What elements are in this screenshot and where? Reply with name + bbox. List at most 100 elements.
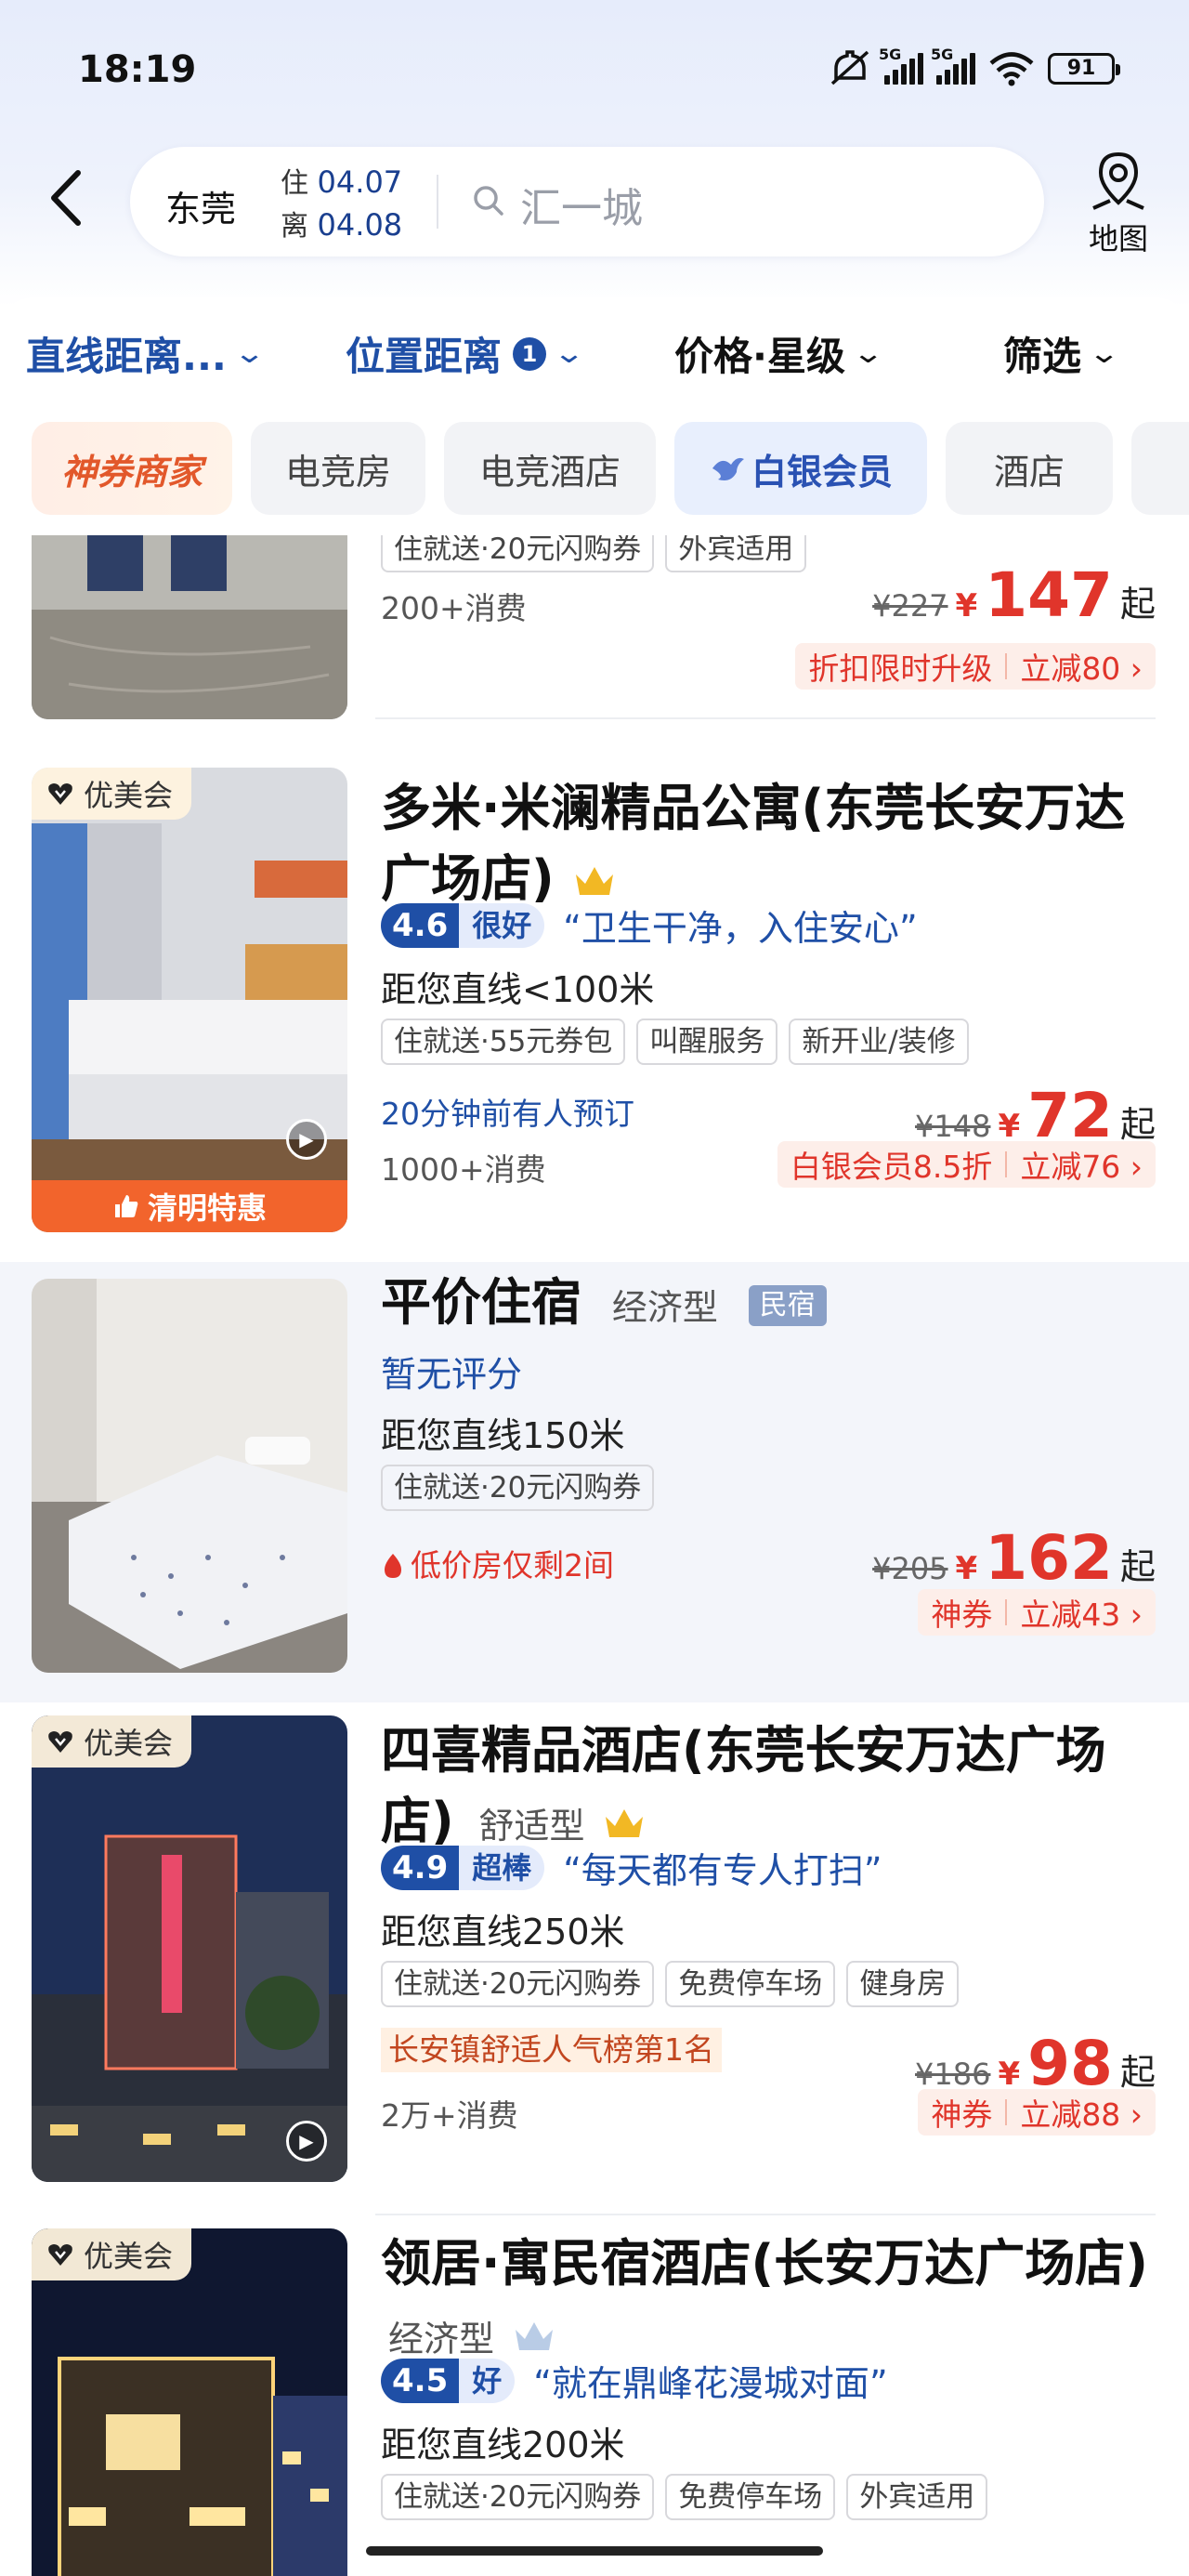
status-time: 18:19	[78, 48, 197, 91]
hotel-tags: 住就送·20元闪购券 免费停车场 外宾适用	[381, 2474, 988, 2520]
homestay-label: 民宿	[748, 1285, 827, 1327]
checkout-date: 04.08	[317, 207, 403, 243]
ranking-note: 长安镇舒适人气榜第1名	[381, 2028, 722, 2072]
room-photo	[32, 768, 347, 1232]
price: ¥227 ¥ 147 起	[872, 559, 1156, 631]
hotel-card[interactable]: 住就送·20元闪购券 外宾适用 200+消费 ¥227 ¥ 147 起 折扣限时…	[0, 535, 1189, 751]
price: ¥148 ¥ 72 起	[915, 1080, 1156, 1151]
divider	[437, 175, 438, 229]
hotel-card[interactable]: 优美会 ▶ 清明特惠 多米·米澜精品公寓(东莞长安万达广场店) 4.6 很好 “卫…	[0, 751, 1189, 1262]
signal-icon: 5G	[879, 46, 923, 85]
price: ¥186 ¥ 98 起	[915, 2028, 1156, 2099]
hotel-photo	[32, 535, 347, 719]
discount-badge[interactable]: 神券 立减88 ›	[918, 2089, 1156, 2136]
crown-icon	[515, 2322, 553, 2351]
filter-bar: 直线距离... ⌄ 位置距离 1 ⌄ 价格·星级 ⌄ 筛选 ⌄	[0, 297, 1189, 409]
distance: 距您直线200米	[381, 2425, 625, 2465]
search-icon	[474, 186, 503, 216]
hotel-tags: 住就送·20元闪购券 外宾适用	[381, 535, 807, 572]
wifi-icon	[989, 52, 1034, 86]
consume-count: 200+消费	[381, 590, 527, 626]
thumbs-up-icon	[114, 1195, 138, 1217]
hotel-name: 多米·米澜精品公寓(东莞长安万达广场店)	[381, 779, 1126, 908]
distance: 距您直线250米	[381, 1912, 625, 1952]
hotel-photo: 优美会 ▶ 清明特惠	[32, 768, 347, 1232]
room-photo	[32, 1279, 347, 1673]
filter-location[interactable]: 位置距离 1 ⌄	[346, 325, 585, 382]
consume-count: 1000+消费	[381, 1151, 546, 1188]
consume-count: 2万+消费	[381, 2097, 518, 2134]
heart-icon	[48, 783, 72, 805]
play-icon[interactable]: ▶	[286, 1119, 327, 1160]
member-badge: 优美会	[32, 768, 192, 820]
building-photo	[32, 2228, 347, 2576]
bird-icon	[712, 457, 744, 480]
filter-sort[interactable]: 直线距离... ⌄	[26, 325, 266, 382]
battery-icon: 91	[1048, 53, 1120, 85]
discount-badge[interactable]: 神券 立减43 ›	[918, 1589, 1156, 1636]
tag-esports-room[interactable]: 电竞房	[251, 422, 425, 515]
tag-more[interactable]	[1131, 422, 1189, 515]
building-photo	[32, 1715, 347, 2182]
checkin-date: 04.07	[317, 164, 403, 200]
scarcity-note: 低价房仅剩2间	[381, 1541, 614, 1585]
tag-hotel[interactable]: 酒店	[946, 422, 1113, 515]
discount-badge[interactable]: 折扣限时升级 立减80 ›	[795, 643, 1156, 690]
back-button[interactable]	[45, 167, 97, 242]
hotel-name: 领居·寓民宿酒店(长安万达广场店) 经济型	[381, 2234, 1148, 2359]
mute-icon	[830, 50, 869, 85]
status-icons: 5G 5G 91	[829, 46, 1120, 87]
search-input[interactable]: 汇一城	[520, 175, 643, 234]
heart-icon	[48, 2244, 72, 2266]
member-badge: 优美会	[32, 2228, 192, 2280]
chevron-down-icon: ⌄	[232, 337, 267, 370]
hotel-card[interactable]: 优美会 ▶ 四喜精品酒店(东莞长安万达广场店) 舒适型 4.9 超棒 “每天都有专…	[0, 1702, 1189, 2215]
date-selector[interactable]: 住 04.07 离 04.08	[281, 162, 402, 247]
chevron-down-icon: ⌄	[851, 337, 885, 370]
discount-badge[interactable]: 白银会员8.5折 立减76 ›	[777, 1141, 1156, 1188]
home-indicator[interactable]	[366, 2546, 823, 2556]
heart-icon	[48, 1731, 72, 1753]
rating: 4.5 好 “就在鼎峰花漫城对面”	[381, 2355, 888, 2406]
hotel-photo	[32, 1279, 347, 1673]
signal-icon: 5G	[931, 46, 975, 85]
hotel-name: 四喜精品酒店(东莞长安万达广场店) 舒适型	[381, 1721, 1106, 1850]
chevron-left-icon	[51, 170, 81, 226]
hotel-name: 平价住宿 经济型 民宿	[381, 1268, 1152, 1343]
hotel-tags: 住就送·20元闪购券 免费停车场 健身房	[381, 1961, 960, 2007]
room-photo	[32, 535, 347, 719]
promo-strip: 清明特惠	[32, 1180, 347, 1232]
tag-coupon-merchant[interactable]: 神券商家	[32, 422, 232, 515]
search-box[interactable]: 东莞 住 04.07 离 04.08 汇一城	[130, 147, 1044, 256]
map-button[interactable]: 地图	[1078, 147, 1159, 258]
distance: 距您直线150米	[381, 1415, 625, 1456]
hotel-card[interactable]: 优美会 领居·寓民宿酒店(长安万达广场店) 经济型 4.5 好 “就在鼎峰花漫城对…	[0, 2215, 1189, 2576]
play-icon[interactable]: ▶	[286, 2121, 327, 2162]
crown-icon	[575, 867, 613, 896]
hotel-tags: 住就送·20元闪购券	[381, 1465, 655, 1511]
filter-price-star[interactable]: 价格·星级 ⌄	[674, 325, 884, 382]
count-badge: 1	[513, 336, 547, 371]
tag-esports-hotel[interactable]: 电竞酒店	[444, 422, 656, 515]
city-selector[interactable]: 东莞	[165, 180, 236, 231]
hotel-photo: 优美会 ▶	[32, 1715, 347, 2182]
chevron-down-icon: ⌄	[552, 337, 586, 370]
hotel-tags: 住就送·55元券包 叫醒服务 新开业/装修	[381, 1019, 969, 1065]
filter-more[interactable]: 筛选 ⌄	[1003, 325, 1120, 382]
member-badge: 优美会	[32, 1715, 192, 1768]
hotel-list: 住就送·20元闪购券 外宾适用 200+消费 ¥227 ¥ 147 起 折扣限时…	[0, 535, 1189, 2576]
hotel-photo: 优美会	[32, 2228, 347, 2576]
map-label: 地图	[1088, 221, 1148, 256]
distance: 距您直线<100米	[381, 969, 655, 1010]
crown-icon	[606, 1809, 644, 1838]
tag-silver-member[interactable]: 白银会员	[674, 422, 927, 515]
chevron-down-icon: ⌄	[1087, 337, 1121, 370]
no-rating: 暂无评分	[381, 1354, 523, 1395]
booking-note: 20分钟前有人预订	[381, 1096, 634, 1132]
rating: 4.9 超棒 “每天都有专人打扫”	[381, 1842, 882, 1893]
status-bar: 18:19 5G 5G 91	[0, 0, 1189, 149]
hotel-card[interactable]: 平价住宿 经济型 民宿 暂无评分 距您直线150米 住就送·20元闪购券 低价房…	[0, 1262, 1189, 1702]
map-pin-icon	[1092, 151, 1144, 210]
price: ¥205 ¥ 162 起	[872, 1522, 1156, 1594]
rating: 4.6 很好 “卫生干净，入住安心”	[381, 900, 918, 951]
